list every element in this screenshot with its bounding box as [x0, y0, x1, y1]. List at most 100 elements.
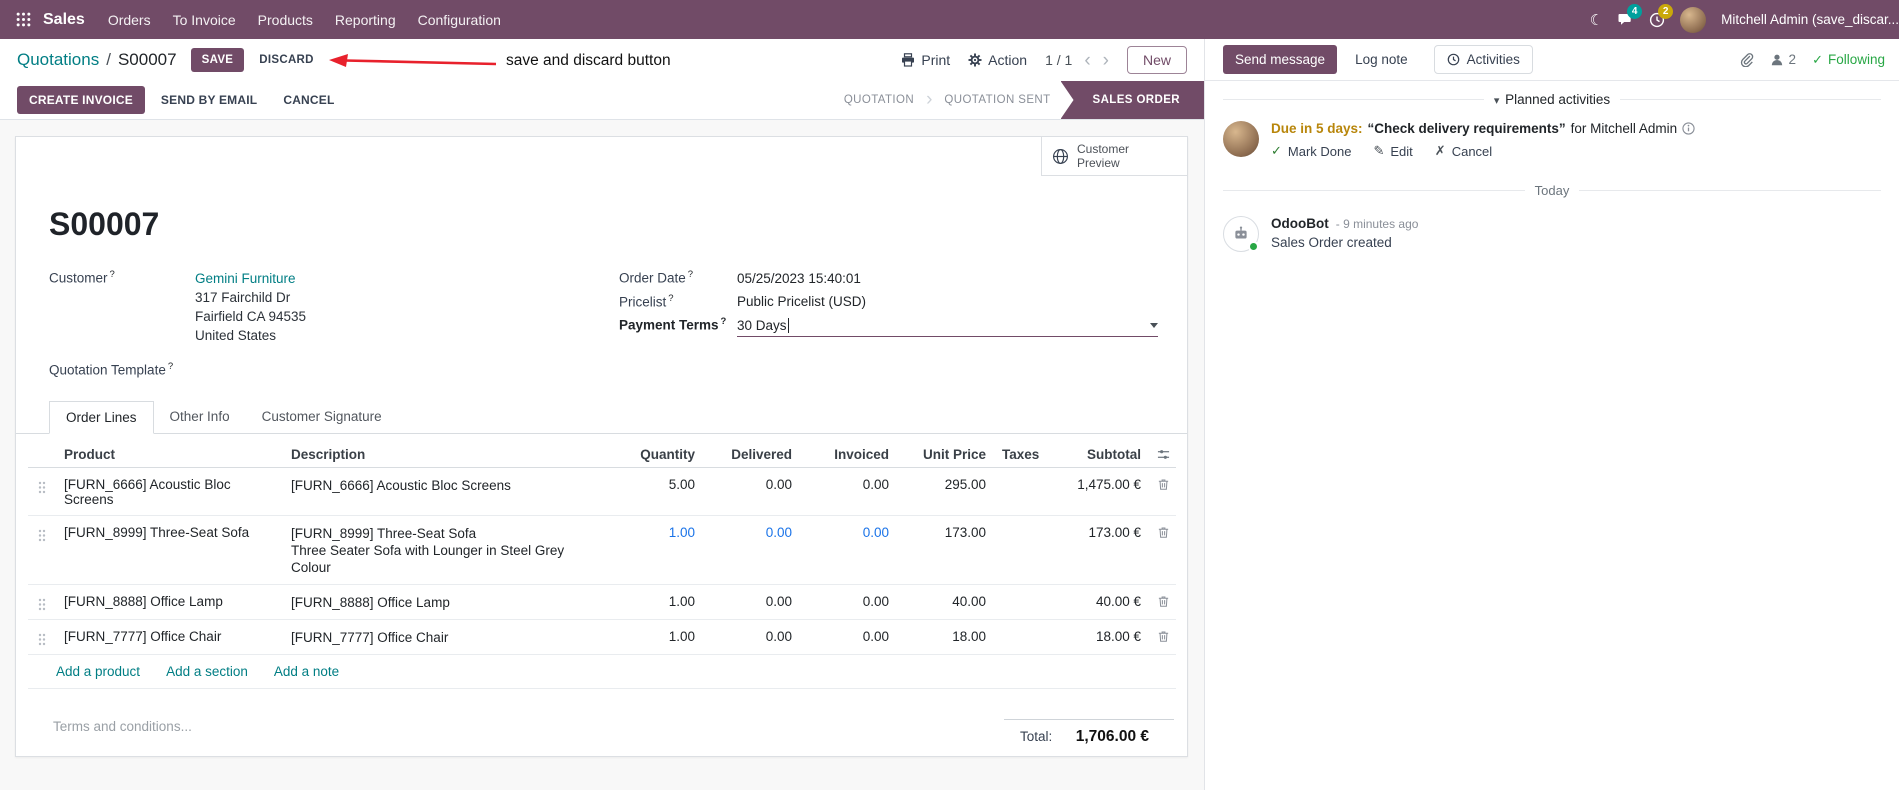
menu-configuration[interactable]: Configuration	[407, 1, 512, 39]
drag-handle-icon[interactable]	[28, 619, 56, 655]
customer-link[interactable]: Gemini Furniture	[195, 271, 296, 286]
tab-order-lines[interactable]: Order Lines	[49, 401, 154, 434]
activities-clock-icon[interactable]: 2	[1649, 3, 1674, 28]
attachment-paperclip-icon[interactable]	[1739, 52, 1754, 67]
quotation-template-field-row: Quotation Template?	[49, 361, 619, 378]
cell-invoiced[interactable]: 0.00	[800, 467, 897, 516]
cell-product[interactable]: [FURN_8888] Office Lamp	[56, 584, 283, 620]
info-icon[interactable]	[1682, 122, 1695, 135]
help-marker: ?	[668, 292, 674, 304]
cancel-activity-button[interactable]: ✗ Cancel	[1435, 143, 1492, 159]
cell-quantity[interactable]: 1.00	[613, 584, 703, 620]
cell-quantity[interactable]: 5.00	[613, 467, 703, 516]
menu-products[interactable]: Products	[247, 1, 324, 39]
delete-row-icon[interactable]	[1149, 467, 1176, 516]
globe-icon	[1053, 148, 1068, 164]
create-invoice-button[interactable]: CREATE INVOICE	[17, 86, 145, 114]
drag-handle-icon[interactable]	[28, 515, 56, 585]
planned-activities-header[interactable]: ▾ Planned activities	[1205, 92, 1899, 107]
cell-taxes[interactable]	[994, 584, 1064, 620]
stage-quotation-sent[interactable]: QUOTATION SENT	[934, 81, 1060, 119]
cell-product[interactable]: [FURN_7777] Office Chair	[56, 619, 283, 655]
check-icon: ✓	[1812, 51, 1823, 67]
order-date-value[interactable]: 05/25/2023 15:40:01	[737, 271, 861, 286]
activities-button[interactable]: Activities	[1433, 45, 1533, 74]
drag-handle-icon[interactable]	[28, 584, 56, 620]
send-message-button[interactable]: Send message	[1223, 45, 1338, 74]
cell-product[interactable]: [FURN_8999] Three-Seat Sofa	[56, 515, 283, 585]
new-button[interactable]: New	[1126, 46, 1187, 74]
record-title[interactable]: S00007	[49, 207, 1187, 241]
breadcrumb-quotations-link[interactable]: Quotations	[17, 50, 99, 70]
menu-orders[interactable]: Orders	[97, 1, 162, 39]
mark-done-button[interactable]: ✓ Mark Done	[1271, 143, 1351, 159]
pricelist-value[interactable]: Public Pricelist (USD)	[737, 294, 866, 309]
add-section-link[interactable]: Add a section	[166, 664, 248, 679]
edit-activity-button[interactable]: ✎ Edit	[1373, 143, 1412, 159]
pager-next-icon[interactable]: ›	[1103, 51, 1109, 70]
print-button[interactable]: Print	[901, 52, 950, 68]
column-unit-price: Unit Price	[897, 442, 994, 468]
followers-button[interactable]: 2	[1770, 52, 1796, 67]
optional-columns-icon[interactable]	[1149, 442, 1176, 468]
cell-delivered[interactable]: 0.00	[703, 584, 800, 620]
user-name[interactable]: Mitchell Admin (save_discar...	[1721, 12, 1899, 27]
delete-row-icon[interactable]	[1149, 619, 1176, 655]
cell-description[interactable]: [FURN_8888] Office Lamp	[283, 584, 613, 620]
menu-reporting[interactable]: Reporting	[324, 1, 407, 39]
cell-quantity[interactable]: 1.00	[613, 619, 703, 655]
log-note-button[interactable]: Log note	[1355, 52, 1408, 67]
delete-row-icon[interactable]	[1149, 584, 1176, 620]
customer-field-row: Customer? Gemini Furniture 317 Fairchild…	[49, 269, 619, 345]
cell-taxes[interactable]	[994, 619, 1064, 655]
cell-description[interactable]: [FURN_7777] Office Chair	[283, 619, 613, 655]
messages-icon[interactable]: 4	[1618, 3, 1643, 28]
cell-delivered[interactable]: 0.00	[703, 515, 800, 585]
customer-address-line: United States	[195, 327, 277, 343]
send-by-email-button[interactable]: SEND BY EMAIL	[151, 86, 267, 114]
cell-unit-price[interactable]: 18.00	[897, 619, 994, 655]
discard-button[interactable]: DISCARD	[250, 48, 323, 72]
cell-delivered[interactable]: 0.00	[703, 467, 800, 516]
action-button[interactable]: Action	[968, 52, 1027, 68]
dark-mode-moon-icon[interactable]: ☾	[1590, 11, 1603, 29]
add-note-link[interactable]: Add a note	[274, 664, 339, 679]
planned-activities-title: ▾ Planned activities	[1493, 92, 1611, 107]
tab-customer-signature[interactable]: Customer Signature	[246, 401, 398, 434]
stage-sales-order-active[interactable]: SALES ORDER	[1060, 81, 1204, 119]
cell-quantity[interactable]: 1.00	[613, 515, 703, 585]
pager-value: 1 / 1	[1045, 52, 1073, 68]
cell-taxes[interactable]	[994, 467, 1064, 516]
dropdown-caret-icon[interactable]	[1150, 322, 1158, 328]
cell-product[interactable]: [FURN_6666] Acoustic Bloc Screens	[56, 467, 283, 516]
navbar-left: Sales Orders To Invoice Products Reporti…	[10, 1, 512, 39]
terms-placeholder[interactable]: Terms and conditions...	[53, 719, 192, 746]
menu-to-invoice[interactable]: To Invoice	[162, 1, 247, 39]
delete-row-icon[interactable]	[1149, 515, 1176, 585]
pager-previous-icon[interactable]: ‹	[1084, 51, 1090, 70]
cell-unit-price[interactable]: 173.00	[897, 515, 994, 585]
customer-preview-button[interactable]: Customer Preview	[1041, 137, 1187, 176]
following-button[interactable]: ✓ Following	[1812, 52, 1885, 68]
payment-terms-input[interactable]: 30 Days	[737, 317, 1158, 337]
drag-handle-icon[interactable]	[28, 467, 56, 516]
message-author[interactable]: OdooBot	[1271, 216, 1329, 231]
cell-description[interactable]: [FURN_6666] Acoustic Bloc Screens	[283, 467, 613, 516]
cell-description[interactable]: [FURN_8999] Three-Seat Sofa Three Seater…	[283, 515, 613, 585]
stage-quotation[interactable]: QUOTATION	[834, 81, 924, 119]
description-line: [FURN_6666] Acoustic Bloc Screens	[291, 478, 511, 493]
cell-unit-price[interactable]: 40.00	[897, 584, 994, 620]
apps-grid-icon[interactable]	[10, 6, 37, 33]
cell-unit-price[interactable]: 295.00	[897, 467, 994, 516]
app-name[interactable]: Sales	[43, 11, 85, 29]
cell-delivered[interactable]: 0.00	[703, 619, 800, 655]
tab-other-info[interactable]: Other Info	[154, 401, 246, 434]
save-button[interactable]: SAVE	[190, 48, 245, 72]
cell-invoiced[interactable]: 0.00	[800, 619, 897, 655]
cell-invoiced[interactable]: 0.00	[800, 584, 897, 620]
cell-taxes[interactable]	[994, 515, 1064, 585]
cancel-button[interactable]: CANCEL	[273, 86, 344, 114]
user-avatar[interactable]	[1680, 6, 1707, 33]
add-product-link[interactable]: Add a product	[56, 664, 140, 679]
cell-invoiced[interactable]: 0.00	[800, 515, 897, 585]
